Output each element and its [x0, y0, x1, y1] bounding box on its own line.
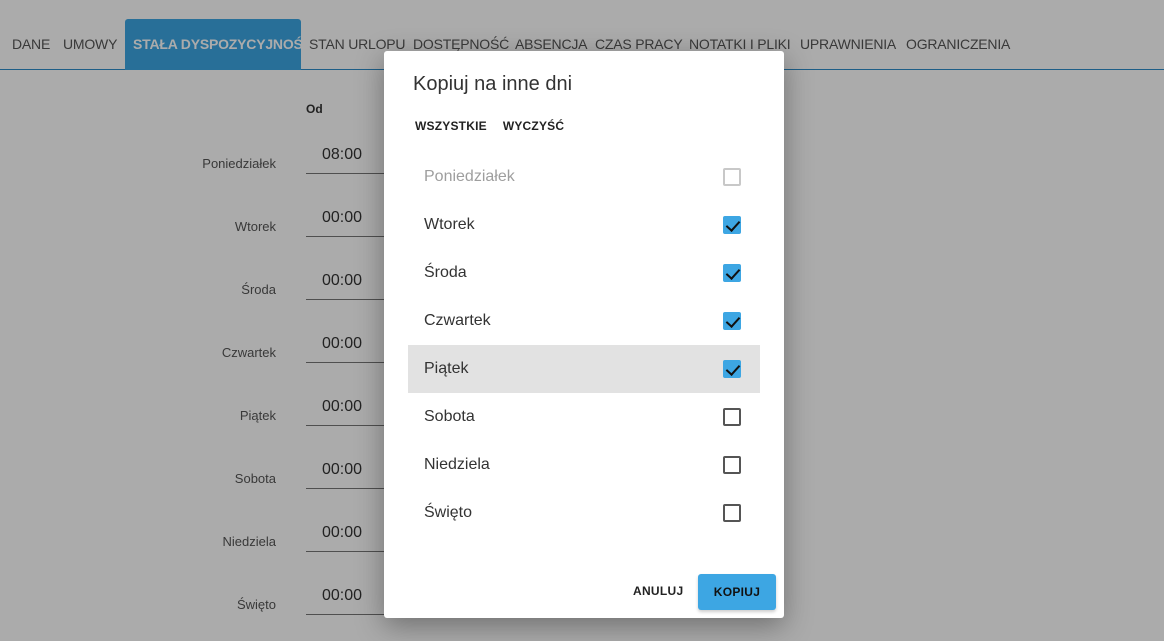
day-option-label: Piątek — [424, 360, 469, 377]
day-option-label: Czwartek — [424, 312, 491, 329]
day-checkbox-list: Poniedziałek Wtorek Środa Czwartek Piąte… — [408, 153, 760, 537]
day-checkbox[interactable] — [723, 456, 741, 474]
day-option-sroda[interactable]: Środa — [408, 249, 760, 297]
select-all-button[interactable]: WSZYSTKIE — [415, 119, 487, 133]
day-option-wtorek[interactable]: Wtorek — [408, 201, 760, 249]
day-option-swieto[interactable]: Święto — [408, 489, 760, 537]
day-checkbox[interactable] — [723, 312, 741, 330]
copy-to-days-dialog: Kopiuj na inne dni WSZYSTKIE WYCZYŚĆ Pon… — [384, 51, 784, 618]
clear-button[interactable]: WYCZYŚĆ — [503, 119, 564, 133]
quick-actions: WSZYSTKIE WYCZYŚĆ — [415, 119, 564, 133]
day-checkbox[interactable] — [723, 360, 741, 378]
day-checkbox[interactable] — [723, 216, 741, 234]
day-checkbox[interactable] — [723, 264, 741, 282]
day-checkbox[interactable] — [723, 408, 741, 426]
copy-button[interactable]: KOPIUJ — [698, 574, 776, 610]
day-checkbox[interactable] — [723, 504, 741, 522]
day-option-label: Sobota — [424, 408, 475, 425]
day-option-label: Wtorek — [424, 216, 475, 233]
day-checkbox — [723, 168, 741, 186]
day-option-label: Niedziela — [424, 456, 490, 473]
day-option-label: Poniedziałek — [424, 168, 515, 185]
day-option-czwartek[interactable]: Czwartek — [408, 297, 760, 345]
day-option-piatek[interactable]: Piątek — [408, 345, 760, 393]
day-option-poniedzialek: Poniedziałek — [408, 153, 760, 201]
day-option-label: Środa — [424, 264, 467, 281]
dialog-title: Kopiuj na inne dni — [413, 73, 573, 95]
day-option-niedziela[interactable]: Niedziela — [408, 441, 760, 489]
day-option-label: Święto — [424, 504, 473, 521]
cancel-button[interactable]: ANULUJ — [633, 584, 683, 598]
day-option-sobota[interactable]: Sobota — [408, 393, 760, 441]
